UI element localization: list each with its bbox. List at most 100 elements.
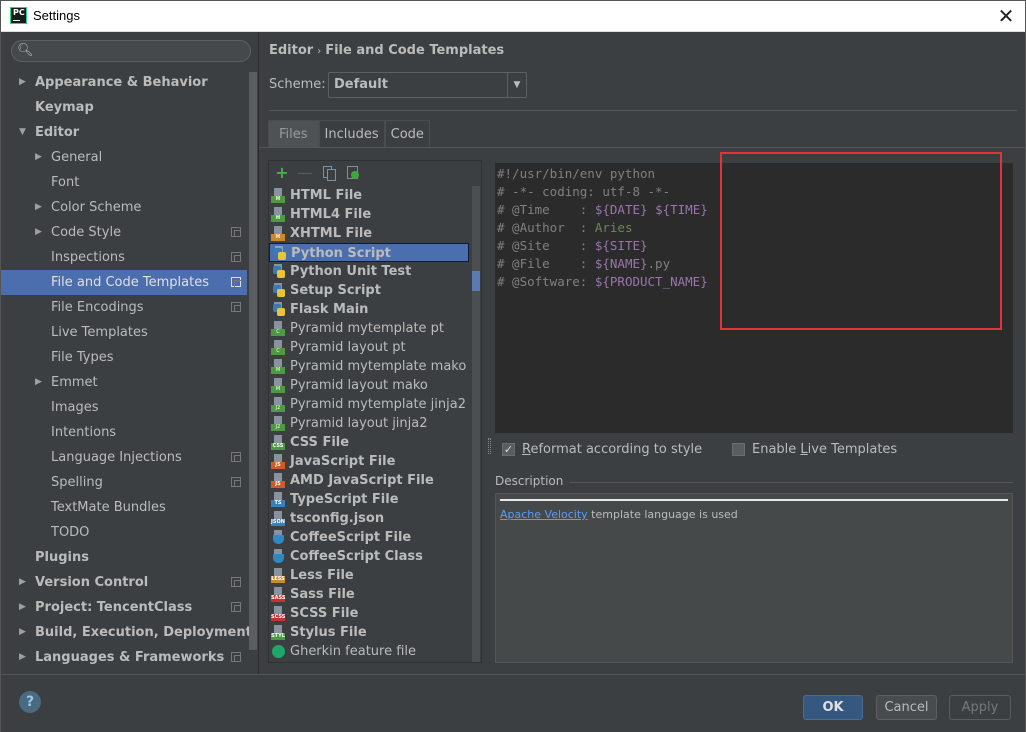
reset-template-button[interactable]	[344, 164, 362, 182]
cancel-button[interactable]: Cancel	[876, 695, 937, 720]
template-list-item[interactable]: JSON tsconfig.json	[269, 509, 469, 528]
settings-search-input[interactable]: 🔍︎	[11, 40, 251, 62]
sidebar-item[interactable]: Inspections	[1, 245, 247, 270]
python-file-icon	[271, 302, 286, 317]
template-list-scrollbar[interactable]	[472, 186, 480, 662]
template-list-item[interactable]: Gherkin feature file	[269, 642, 469, 661]
template-list-item[interactable]: M Pyramid layout mako	[269, 376, 469, 395]
template-list-item[interactable]: TS TypeScript File	[269, 490, 469, 509]
chevron-right-icon[interactable]: ▶	[19, 570, 26, 595]
annotation-highlight-box	[720, 152, 1002, 330]
sidebar-item[interactable]: ▶ Build, Execution, Deployment	[1, 620, 252, 645]
sidebar-item[interactable]: ▶ Color Scheme	[1, 195, 247, 220]
template-list-item[interactable]: JS JavaScript File	[269, 452, 469, 471]
template-list-item[interactable]: SASS Sass File	[269, 585, 469, 604]
template-list-item[interactable]: M Pyramid mytemplate mako	[269, 357, 469, 376]
template-list-item[interactable]: C Pyramid mytemplate pt	[269, 319, 469, 338]
template-list-item[interactable]: CSS CSS File	[269, 433, 469, 452]
chevron-right-icon[interactable]: ▶	[35, 145, 42, 170]
chevron-right-icon[interactable]: ▶	[19, 620, 26, 645]
sidebar-item[interactable]: ▶ Version Control	[1, 570, 247, 595]
template-list-item[interactable]: C Pyramid layout pt	[269, 338, 469, 357]
template-list-item[interactable]: J2 Pyramid layout jinja2	[269, 414, 469, 433]
template-list-item[interactable]: JS AMD JavaScript File	[269, 471, 469, 490]
sidebar-item[interactable]: ▶ Languages & Frameworks	[1, 645, 247, 670]
template-list: H HTML File H HTML4 File H XHTML File Python S…	[269, 186, 469, 661]
template-code[interactable]: #!/usr/bin/env python # -*- coding: utf-8…	[497, 165, 708, 291]
template-label: Pyramid layout pt	[290, 340, 406, 355]
template-list-item[interactable]: Python Script	[269, 243, 469, 262]
sidebar-item[interactable]: TODO	[1, 520, 247, 545]
chevron-right-icon[interactable]: ▶	[19, 70, 26, 95]
chevron-down-icon[interactable]: ▼	[19, 120, 26, 145]
template-list-item[interactable]: H XHTML File	[269, 224, 469, 243]
sidebar-item[interactable]: ▶ Code Style	[1, 220, 247, 245]
breadcrumb: Editor › File and Code Templates	[269, 43, 504, 58]
tab-includes[interactable]: Includes	[318, 120, 385, 147]
chevron-right-icon[interactable]: ▶	[19, 645, 26, 670]
sidebar-item[interactable]: File Encodings	[1, 295, 247, 320]
template-code-editor[interactable]: #!/usr/bin/env python # -*- coding: utf-8…	[495, 152, 1013, 433]
sidebar-item[interactable]: ▶ General	[1, 145, 247, 170]
remove-template-button[interactable]: —	[296, 164, 314, 182]
sidebar-item[interactable]: ▶ Project: TencentClass	[1, 595, 247, 620]
template-list-item[interactable]: CoffeeScript File	[269, 528, 469, 547]
sidebar-item[interactable]: Spelling	[1, 470, 247, 495]
chevron-right-icon[interactable]: ▶	[35, 220, 42, 245]
live-templates-checkbox[interactable]: Enable Live Templates	[732, 441, 902, 459]
chevron-right-icon[interactable]: ▶	[19, 595, 26, 620]
project-scope-icon	[231, 252, 241, 262]
scheme-dropdown[interactable]: Default ▼	[328, 72, 527, 98]
chevron-right-icon[interactable]: ▶	[35, 195, 42, 220]
sidebar-item[interactable]: File and Code Templates	[1, 270, 247, 295]
template-label: CoffeeScript Class	[290, 549, 423, 564]
tab-code[interactable]: Code	[384, 120, 430, 147]
chevron-down-icon[interactable]: ▼	[507, 73, 526, 97]
sidebar-item[interactable]: Keymap	[1, 95, 247, 120]
tab-files[interactable]: Files	[268, 120, 319, 147]
ok-button[interactable]: OK	[803, 695, 863, 720]
copy-template-button[interactable]	[320, 164, 338, 182]
apply-button[interactable]: Apply	[949, 695, 1011, 720]
template-list-item[interactable]: Flask Main	[269, 300, 469, 319]
splitter-handle[interactable]	[488, 438, 491, 454]
template-label: Gherkin feature file	[290, 644, 417, 659]
template-label: Less File	[290, 568, 354, 583]
sidebar-item[interactable]: ▶ Appearance & Behavior	[1, 70, 247, 95]
sidebar-item[interactable]: File Types	[1, 345, 247, 370]
title-bar: PC Settings ✕	[1, 1, 1025, 32]
sidebar-item[interactable]: Live Templates	[1, 320, 247, 345]
help-icon[interactable]: ?	[19, 691, 41, 713]
checkbox-unchecked-icon[interactable]	[732, 443, 745, 456]
code-line: # @Author : Aries	[497, 220, 633, 235]
template-list-item[interactable]: STYL Stylus File	[269, 623, 469, 642]
reformat-checkbox[interactable]: ✓ Reformat according to style	[502, 441, 702, 459]
sidebar-item[interactable]: Language Injections	[1, 445, 247, 470]
sidebar-item[interactable]: TextMate Bundles	[1, 495, 247, 520]
template-list-item[interactable]: CoffeeScript Class	[269, 547, 469, 566]
sidebar-item[interactable]: Font	[1, 170, 247, 195]
chevron-right-icon[interactable]: ▶	[35, 370, 42, 395]
sidebar-item-label: Emmet	[51, 375, 98, 390]
sidebar-scrollbar[interactable]	[249, 72, 257, 650]
sidebar-item[interactable]: ▼ Editor	[1, 120, 247, 145]
checkbox-checked-icon[interactable]: ✓	[502, 443, 515, 456]
template-list-item[interactable]: LESS Less File	[269, 566, 469, 585]
sidebar-item[interactable]: Intentions	[1, 420, 247, 445]
settings-tree: ▶ Appearance & Behavior Keymap ▼ Editor ▶ Gene…	[1, 70, 252, 670]
files-tab-panel: + — H HTML File H HTML4 File H XHTML File Pyth…	[259, 147, 1026, 674]
template-list-item[interactable]: J2 Pyramid mytemplate jinja2	[269, 395, 469, 414]
apache-velocity-link[interactable]: Apache Velocity	[500, 508, 588, 521]
template-list-item[interactable]: H HTML4 File	[269, 205, 469, 224]
template-label: Python Script	[291, 246, 391, 261]
add-template-button[interactable]: +	[273, 164, 291, 182]
template-file-icon: JS	[271, 473, 286, 488]
sidebar-item[interactable]: ▶ Emmet	[1, 370, 247, 395]
template-list-item[interactable]: Setup Script	[269, 281, 469, 300]
template-list-item[interactable]: SCSS SCSS File	[269, 604, 469, 623]
template-list-item[interactable]: Python Unit Test	[269, 262, 469, 281]
sidebar-item[interactable]: Images	[1, 395, 247, 420]
close-icon[interactable]: ✕	[995, 5, 1017, 27]
template-list-item[interactable]: H HTML File	[269, 186, 469, 205]
sidebar-item[interactable]: Plugins	[1, 545, 247, 570]
